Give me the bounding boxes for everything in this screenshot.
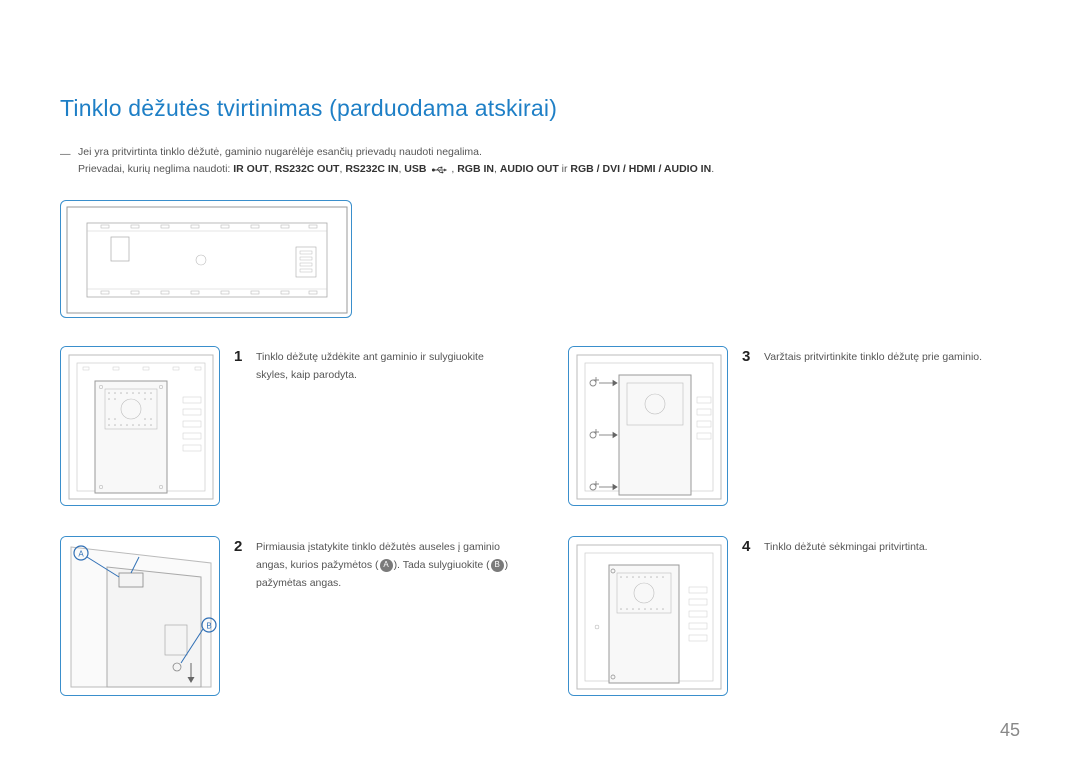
label-a-badge: A <box>380 559 393 572</box>
step-1-diagram <box>60 346 220 506</box>
page-number: 45 <box>1000 720 1020 741</box>
usb-icon <box>431 164 449 174</box>
port-usb: USB <box>404 163 426 175</box>
note-prefix: Prievadai, kurių neglima naudoti: <box>78 163 233 175</box>
step-3: 3 Varžtais pritvirtinkite tinklo dėžutę … <box>568 346 1020 506</box>
step-1-text: Tinklo dėžutę uždėkite ant gaminio ir su… <box>256 348 512 385</box>
svg-text:B: B <box>206 621 211 630</box>
note-body: Jei yra pritvirtinta tinklo dėžutė, gami… <box>78 144 1020 178</box>
port-audio-out: AUDIO OUT <box>500 163 559 175</box>
step-3-number: 3 <box>742 348 764 366</box>
step-4: 4 Tinklo dėžutė sėkmingai pritvirtinta. <box>568 536 1020 696</box>
port-rs232c-out: RS232C OUT <box>275 163 340 175</box>
step-4-number: 4 <box>742 538 764 556</box>
step-1: 1 Tinklo dėžutę uždėkite ant gaminio ir … <box>60 346 512 506</box>
port-rgb-in: RGB IN <box>457 163 494 175</box>
page-title: Tinklo dėžutės tvirtinimas (parduodama a… <box>60 95 1020 122</box>
step-2-text: Pirmiausia įstatykite tinklo dėžutės aus… <box>256 538 512 593</box>
period: . <box>711 163 714 175</box>
step-2-number: 2 <box>234 538 256 593</box>
sep-ir: ir <box>559 163 571 175</box>
note-line-2: Prievadai, kurių neglima naudoti: IR OUT… <box>78 161 1020 178</box>
port-ir-out: IR OUT <box>233 163 269 175</box>
step-4-diagram <box>568 536 728 696</box>
step-3-diagram <box>568 346 728 506</box>
step-1-number: 1 <box>234 348 256 385</box>
steps-grid: 1 Tinklo dėžutę uždėkite ant gaminio ir … <box>60 346 1020 696</box>
port-rs232c-in: RS232C IN <box>345 163 398 175</box>
step-3-text: Varžtais pritvirtinkite tinklo dėžutę pr… <box>764 348 982 366</box>
note-line-1: Jei yra pritvirtinta tinklo dėžutė, gami… <box>78 144 1020 161</box>
svg-text:A: A <box>78 549 84 558</box>
note-dash: ― <box>60 144 78 178</box>
label-b-badge: B <box>491 559 504 572</box>
step-4-text: Tinklo dėžutė sėkmingai pritvirtinta. <box>764 538 928 556</box>
product-back-diagram <box>60 200 352 318</box>
step-2-p2: ). Tada sulygiuokite ( <box>394 559 490 571</box>
step-2: A B 2 Pirmiausia įstatykite tinkl <box>60 536 512 696</box>
step-2-diagram: A B <box>60 536 220 696</box>
note-block: ― Jei yra pritvirtinta tinklo dėžutė, ga… <box>60 144 1020 178</box>
port-rgb-dvi-hdmi-audio-in: RGB / DVI / HDMI / AUDIO IN <box>570 163 711 175</box>
